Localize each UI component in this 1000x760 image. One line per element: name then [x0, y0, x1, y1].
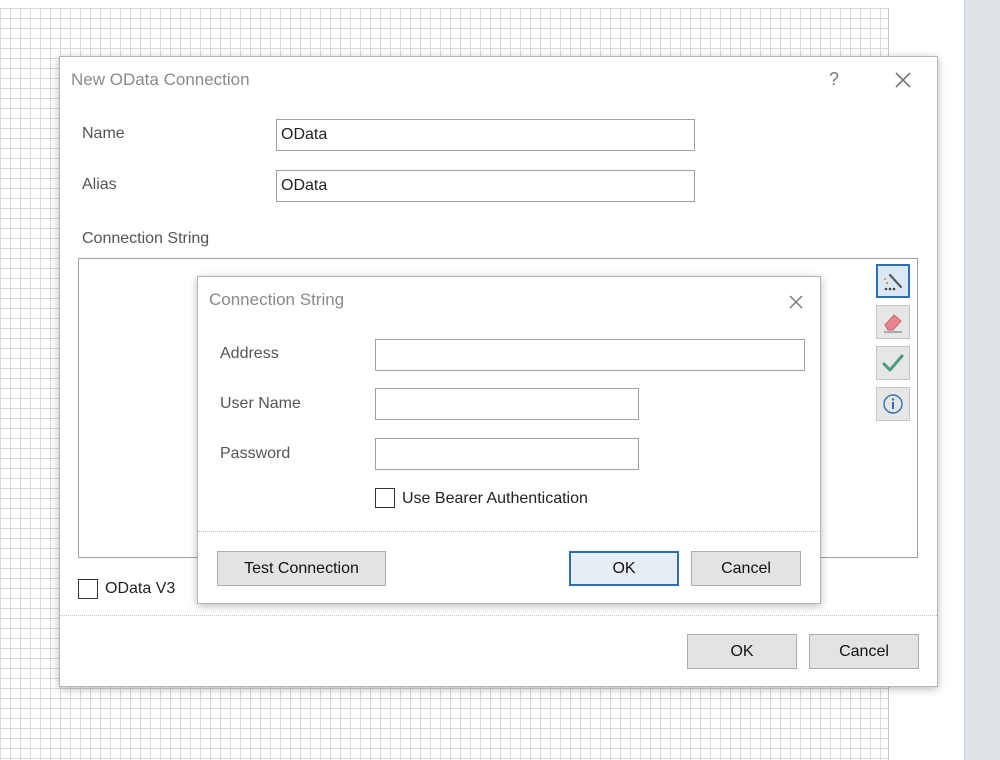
odata-v3-checkbox[interactable]: [78, 579, 98, 599]
address-label: Address: [220, 345, 279, 362]
test-connection-button[interactable]: Test Connection: [217, 551, 386, 586]
address-input[interactable]: [375, 339, 805, 371]
ok-button[interactable]: OK: [687, 634, 797, 669]
dialog-title: New OData Connection: [71, 70, 250, 89]
ok-button[interactable]: OK: [569, 551, 679, 586]
info-icon: [883, 394, 903, 414]
info-button[interactable]: [876, 387, 910, 421]
odata-v3-label: OData V3: [105, 580, 176, 597]
alias-input[interactable]: [276, 170, 695, 202]
checkmark-icon: [882, 354, 904, 372]
wizard-wand-icon: [884, 273, 903, 291]
close-icon[interactable]: [888, 65, 918, 95]
name-input[interactable]: [276, 119, 695, 151]
eraser-icon: [884, 314, 902, 333]
alias-label: Alias: [82, 176, 117, 193]
username-input[interactable]: [375, 388, 639, 420]
password-input[interactable]: [375, 438, 639, 470]
bearer-auth-checkbox[interactable]: [375, 488, 395, 508]
cancel-button[interactable]: Cancel: [691, 551, 801, 586]
name-label: Name: [82, 125, 125, 142]
password-label: Password: [220, 445, 291, 462]
close-icon[interactable]: [782, 288, 810, 316]
footer-separator: [60, 615, 937, 616]
username-label: User Name: [220, 395, 301, 412]
connection-string-dialog: Connection String Address User Name Pass…: [197, 276, 821, 604]
cancel-button[interactable]: Cancel: [809, 634, 919, 669]
connection-string-label: Connection String: [82, 230, 210, 247]
bearer-auth-label: Use Bearer Authentication: [402, 490, 588, 507]
right-side-panel: [964, 0, 1000, 760]
help-icon[interactable]: ?: [822, 65, 846, 93]
dialog-title: Connection String: [209, 290, 345, 309]
footer-separator: [198, 531, 820, 532]
validate-button[interactable]: [876, 346, 910, 380]
connection-wizard-button[interactable]: [876, 264, 910, 298]
clear-button[interactable]: [876, 305, 910, 339]
